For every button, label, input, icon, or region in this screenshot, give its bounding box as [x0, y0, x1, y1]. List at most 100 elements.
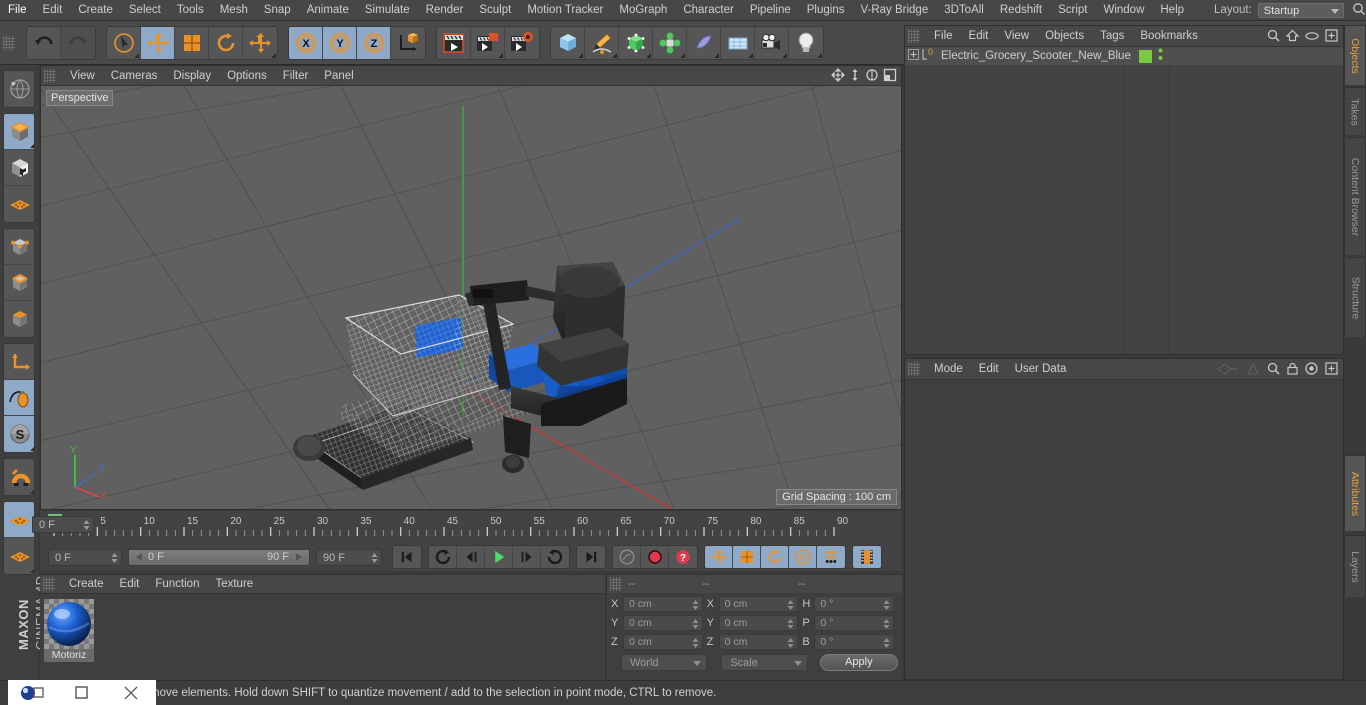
move-icon[interactable] — [141, 26, 175, 59]
previous-frame-icon[interactable] — [457, 546, 485, 568]
scale-key-icon[interactable] — [733, 546, 761, 568]
menu-sculpt[interactable]: Sculpt — [471, 0, 519, 21]
rot-h-field[interactable]: 0 ° — [814, 596, 895, 612]
keyframe-selection-icon[interactable]: ? — [669, 546, 697, 568]
material-gripper[interactable] — [43, 577, 55, 591]
material-chip[interactable]: Motoriz — [44, 599, 94, 662]
viewport-menu-filter[interactable]: Filter — [275, 66, 317, 86]
viewport-solo-icon[interactable] — [4, 380, 34, 416]
previous-key-icon[interactable] — [429, 546, 457, 568]
home-icon[interactable] — [1285, 29, 1300, 45]
slider-right-arrow-icon[interactable] — [293, 552, 305, 562]
object-menu-file[interactable]: File — [926, 26, 961, 47]
object-tree[interactable]: 0 Electric_Grocery_Scooter_New_Blue — [905, 47, 1343, 354]
menu-motion-tracker[interactable]: Motion Tracker — [519, 0, 611, 21]
material-menu-edit[interactable]: Edit — [112, 575, 148, 594]
timeline-ruler[interactable]: 051015202530354045505560657075808590 — [48, 514, 848, 540]
menu-animate[interactable]: Animate — [299, 0, 357, 21]
menu-window[interactable]: Window — [1095, 0, 1152, 21]
spinner-icon[interactable] — [83, 519, 90, 531]
world-coordinates-icon[interactable] — [391, 26, 425, 59]
object-menu-view[interactable]: View — [996, 26, 1037, 47]
record-active-objects-icon[interactable] — [613, 546, 641, 568]
object-tag-swatch[interactable] — [1138, 49, 1152, 63]
start-frame-field[interactable]: 0 F — [48, 548, 122, 566]
scene-icon[interactable] — [721, 26, 755, 59]
spinner-icon[interactable] — [692, 637, 699, 649]
plus-box-icon[interactable] — [1325, 362, 1338, 378]
time-range-slider[interactable]: 0 F 90 F — [128, 548, 310, 566]
vertical-tab-attributes[interactable]: Attributes — [1344, 455, 1366, 531]
spinner-icon[interactable] — [883, 599, 890, 611]
object-gripper[interactable] — [908, 29, 920, 43]
texture-mode-icon[interactable] — [4, 150, 34, 186]
toolbar-gripper[interactable] — [3, 35, 15, 50]
menu-character[interactable]: Character — [675, 0, 742, 21]
apply-button[interactable]: Apply — [819, 654, 898, 671]
play-icon[interactable] — [485, 546, 513, 568]
axis-modify-icon[interactable] — [4, 344, 34, 380]
timeline-toggle-icon[interactable] — [853, 546, 881, 568]
size-z-field[interactable]: 0 cm — [718, 634, 799, 650]
spinner-icon[interactable] — [692, 618, 699, 630]
parameter-key-icon[interactable] — [817, 546, 845, 568]
menu-plugins[interactable]: Plugins — [799, 0, 853, 21]
model-mode-icon[interactable] — [4, 114, 34, 150]
render-region-icon[interactable] — [471, 26, 505, 59]
menu-v-ray-bridge[interactable]: V-Ray Bridge — [852, 0, 936, 21]
attribute-menu-edit[interactable]: Edit — [971, 359, 1007, 380]
plus-box-icon[interactable] — [1325, 29, 1338, 45]
pan-icon[interactable] — [831, 68, 845, 85]
camera-icon[interactable] — [755, 26, 789, 59]
rotation-key-icon[interactable] — [761, 546, 789, 568]
app-icon[interactable] — [8, 680, 57, 705]
menu-script[interactable]: Script — [1050, 0, 1095, 21]
maximize-icon[interactable] — [883, 68, 897, 85]
menu-simulate[interactable]: Simulate — [357, 0, 418, 21]
undo-view-icon[interactable] — [4, 71, 34, 107]
object-tree-row[interactable]: 0 Electric_Grocery_Scooter_New_Blue — [905, 47, 1343, 65]
pen-spline-icon[interactable] — [585, 26, 619, 59]
object-menu-edit[interactable]: Edit — [961, 26, 997, 47]
scale-icon[interactable] — [175, 26, 209, 59]
search-icon[interactable] — [1267, 362, 1280, 378]
soft-selection-icon[interactable]: S — [4, 416, 34, 452]
menu-file[interactable]: File — [0, 0, 35, 21]
slider-left-arrow-icon[interactable] — [133, 552, 145, 562]
viewport-menu-options[interactable]: Options — [219, 66, 275, 86]
vertical-tab-layers[interactable]: Layers — [1344, 535, 1366, 597]
zoom-icon[interactable] — [849, 68, 861, 85]
timeline-frame-field[interactable]: 0 F — [32, 516, 94, 533]
vertical-tab-structure[interactable]: Structure — [1344, 257, 1366, 337]
position-key-icon[interactable] — [705, 546, 733, 568]
material-menu-texture[interactable]: Texture — [207, 575, 261, 594]
move-alt-icon[interactable] — [243, 26, 277, 59]
array-icon[interactable] — [653, 26, 687, 59]
cone-icon[interactable] — [1246, 362, 1260, 378]
render-settings-icon[interactable] — [505, 26, 539, 59]
rot-b-field[interactable]: 0 ° — [814, 634, 895, 650]
material-menu-function[interactable]: Function — [147, 575, 207, 594]
object-tag-dots-icon[interactable] — [1157, 48, 1164, 64]
pos-y-field[interactable]: 0 cm — [623, 615, 703, 631]
next-frame-icon[interactable] — [513, 546, 541, 568]
viewport-menu-view[interactable]: View — [62, 66, 103, 86]
lock-icon[interactable] — [1287, 362, 1298, 378]
orbit-icon[interactable] — [865, 68, 879, 85]
rot-p-field[interactable]: 0 ° — [814, 615, 895, 631]
menu-edit[interactable]: Edit — [35, 0, 71, 21]
vertical-tab-objects[interactable]: Objects — [1344, 25, 1366, 85]
pos-z-field[interactable]: 0 cm — [623, 634, 703, 650]
search-icon[interactable] — [1267, 29, 1280, 45]
vertical-tab-content-browser[interactable]: Content Browser — [1344, 137, 1366, 255]
object-menu-tags[interactable]: Tags — [1092, 26, 1132, 47]
size-y-field[interactable]: 0 cm — [718, 615, 799, 631]
end-frame-field[interactable]: 90 F — [316, 548, 382, 566]
pos-x-field[interactable]: 0 cm — [623, 596, 703, 612]
spinner-icon[interactable] — [787, 599, 794, 611]
magnet-icon[interactable] — [4, 459, 34, 495]
generator-icon[interactable] — [619, 26, 653, 59]
spinner-icon[interactable] — [371, 552, 378, 564]
object-menu-bookmarks[interactable]: Bookmarks — [1132, 26, 1206, 47]
spinner-icon[interactable] — [787, 618, 794, 630]
